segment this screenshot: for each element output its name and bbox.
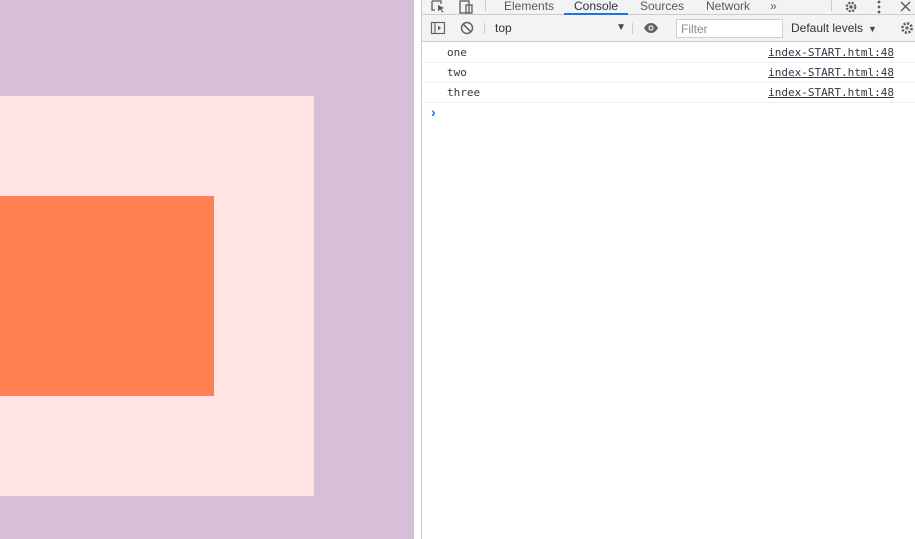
console-message-text: two [447,66,467,79]
close-icon[interactable] [898,0,914,14]
console-prompt[interactable]: › [422,103,915,123]
page-viewport [0,0,414,539]
console-message-source-link[interactable]: index-START.html:48 [768,66,894,80]
log-levels-dropdown[interactable]: Default levels ▼ [791,20,877,36]
more-tabs-icon[interactable]: » [770,0,777,15]
console-message: one index-START.html:48 [422,43,915,63]
console-message: two index-START.html:48 [422,63,915,83]
tab-elements[interactable]: Elements [504,0,554,15]
sidebar-toggle-icon[interactable] [430,20,446,36]
inner-box [0,196,214,396]
toolbar-divider [632,23,633,34]
console-message-text: one [447,46,467,59]
console-output: one index-START.html:48 two index-START.… [422,43,915,539]
devtools-splitter[interactable] [414,0,422,539]
settings-gear-icon[interactable] [843,0,859,14]
console-settings-gear-icon[interactable] [899,20,915,36]
tab-sources[interactable]: Sources [640,0,684,15]
dropdown-arrow-icon: ▼ [868,24,877,34]
clear-console-icon[interactable] [459,20,475,36]
context-value: top [495,21,512,35]
log-levels-label: Default levels [791,21,864,35]
tab-console[interactable]: Console [563,0,629,15]
console-toolbar: top ▼ Default levels ▼ [422,15,915,42]
dropdown-arrow-icon: ▼ [616,22,626,33]
inspect-element-icon[interactable] [431,0,447,14]
console-message: three index-START.html:48 [422,83,915,103]
console-message-source-link[interactable]: index-START.html:48 [768,86,894,100]
console-message-source-link[interactable]: index-START.html:48 [768,46,894,60]
more-options-icon[interactable] [871,0,887,14]
prompt-chevron-icon: › [431,104,436,120]
context-selector[interactable]: top ▼ [490,19,630,37]
device-toolbar-icon[interactable] [458,0,474,14]
live-expression-eye-icon[interactable] [643,20,659,36]
devtools-tabbar: Elements Console Sources Network » [422,0,915,15]
tabbar-divider [831,0,832,11]
filter-input[interactable] [676,19,783,38]
devtools-panel: Elements Console Sources Network » top ▼ [422,0,915,539]
toolbar-divider [484,23,485,34]
console-message-text: three [447,86,481,99]
tab-network[interactable]: Network [706,0,750,15]
tabbar-divider [485,0,486,11]
